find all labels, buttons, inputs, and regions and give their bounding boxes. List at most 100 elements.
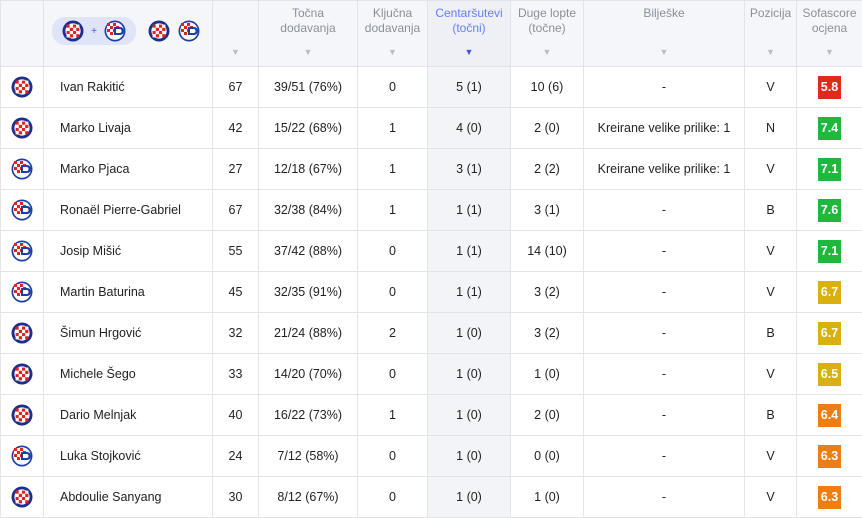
crosses: 1 (0) (428, 477, 511, 518)
rating-cell: 7.4 (797, 108, 862, 149)
player-row[interactable]: Dario Melnjak 40 16/22 (73%) 1 1 (0) 2 (… (1, 395, 862, 436)
dinamo-crest-icon (11, 158, 33, 180)
player-row[interactable]: Luka Stojković 24 7/12 (58%) 0 1 (0) 0 (… (1, 436, 862, 477)
rating-cell: 6.4 (797, 395, 862, 436)
notes: - (584, 231, 745, 272)
accurate-passes: 32/35 (91%) (259, 272, 358, 313)
dinamo-crest-icon (104, 20, 126, 42)
header-row: + ▼ Točna dodavanja▼ Ključna dodavanja▼ … (1, 1, 862, 67)
notes: - (584, 395, 745, 436)
sort-icon: ▼ (584, 45, 744, 60)
plus-label: + (91, 24, 97, 39)
crosses: 1 (0) (428, 395, 511, 436)
accurate-passes: 12/18 (67%) (259, 149, 358, 190)
hajduk-crest-icon (11, 486, 33, 508)
long-balls-column-header[interactable]: Duge lopte (točne)▼ (511, 1, 584, 67)
accurate-passes-label: Točna dodavanja (280, 6, 335, 35)
crosses-label: Centaršutevi (točni) (435, 6, 502, 35)
player-row[interactable]: Martin Baturina 45 32/35 (91%) 0 1 (1) 3… (1, 272, 862, 313)
position: B (745, 190, 797, 231)
player-name[interactable]: Dario Melnjak (44, 395, 213, 436)
minutes-played: 32 (213, 313, 259, 354)
minutes-played: 42 (213, 108, 259, 149)
rating-label: Sofascore ocjena (802, 6, 856, 35)
crosses: 3 (1) (428, 149, 511, 190)
player-name[interactable]: Josip Mišić (44, 231, 213, 272)
hajduk-filter-button[interactable] (148, 20, 170, 42)
rating-badge: 6.3 (818, 445, 841, 468)
crosses: 1 (0) (428, 313, 511, 354)
player-row[interactable]: Abdoulie Sanyang 30 8/12 (67%) 0 1 (0) 1… (1, 477, 862, 518)
player-name[interactable]: Abdoulie Sanyang (44, 477, 213, 518)
rating-cell: 6.7 (797, 313, 862, 354)
player-row[interactable]: Michele Šego 33 14/20 (70%) 0 1 (0) 1 (0… (1, 354, 862, 395)
hajduk-crest-icon (62, 20, 84, 42)
dinamo-crest-icon (11, 240, 33, 262)
notes: Kreirane velike prilike: 1 (584, 149, 745, 190)
key-passes: 1 (358, 190, 428, 231)
long-balls-label: Duge lopte (točne) (518, 6, 576, 35)
notes-column-header[interactable]: Bilješke▼ (584, 1, 745, 67)
hajduk-crest-icon (11, 363, 33, 385)
long-balls: 14 (10) (511, 231, 584, 272)
accurate-passes: 32/38 (84%) (259, 190, 358, 231)
position: B (745, 395, 797, 436)
team-crest-cell (1, 108, 44, 149)
accurate-passes: 16/22 (73%) (259, 395, 358, 436)
minutes-played: 67 (213, 190, 259, 231)
player-row[interactable]: Marko Livaja 42 15/22 (68%) 1 4 (0) 2 (0… (1, 108, 862, 149)
player-row[interactable]: Josip Mišić 55 37/42 (88%) 0 1 (1) 14 (1… (1, 231, 862, 272)
player-row[interactable]: Ivan Rakitić 67 39/51 (76%) 0 5 (1) 10 (… (1, 67, 862, 108)
accurate-passes: 8/12 (67%) (259, 477, 358, 518)
team-crest-cell (1, 436, 44, 477)
player-row[interactable]: Marko Pjaca 27 12/18 (67%) 1 3 (1) 2 (2)… (1, 149, 862, 190)
team-filter-both-button[interactable]: + (52, 17, 136, 45)
rating-badge: 6.7 (818, 281, 841, 304)
dinamo-filter-button[interactable] (178, 20, 200, 42)
rating-badge: 7.6 (818, 199, 841, 222)
rating-badge: 6.5 (818, 363, 841, 386)
sort-icon: ▼ (745, 45, 796, 60)
position: V (745, 436, 797, 477)
header-blank (1, 1, 44, 67)
long-balls: 1 (0) (511, 354, 584, 395)
minutes-played: 24 (213, 436, 259, 477)
rating-cell: 5.8 (797, 67, 862, 108)
player-name[interactable]: Šimun Hrgović (44, 313, 213, 354)
accurate-passes-column-header[interactable]: Točna dodavanja▼ (259, 1, 358, 67)
player-name[interactable]: Marko Pjaca (44, 149, 213, 190)
crosses: 1 (0) (428, 354, 511, 395)
player-row[interactable]: Šimun Hrgović 32 21/24 (88%) 2 1 (0) 3 (… (1, 313, 862, 354)
notes: - (584, 313, 745, 354)
hajduk-crest-icon (11, 404, 33, 426)
minutes-column-header[interactable]: ▼ (213, 1, 259, 67)
crosses: 4 (0) (428, 108, 511, 149)
player-name[interactable]: Marko Livaja (44, 108, 213, 149)
position-label: Pozicija (750, 6, 791, 20)
crosses: 1 (1) (428, 272, 511, 313)
accurate-passes: 39/51 (76%) (259, 67, 358, 108)
position-column-header[interactable]: Pozicija ▼ (745, 1, 797, 67)
player-name[interactable]: Michele Šego (44, 354, 213, 395)
player-name[interactable]: Ivan Rakitić (44, 67, 213, 108)
crosses-column-header[interactable]: Centaršutevi (točni)▼ (428, 1, 511, 67)
team-crest-cell (1, 354, 44, 395)
player-name[interactable]: Martin Baturina (44, 272, 213, 313)
key-passes: 0 (358, 67, 428, 108)
key-passes: 1 (358, 395, 428, 436)
player-name[interactable]: Ronaël Pierre-Gabriel (44, 190, 213, 231)
sort-icon: ▼ (213, 45, 258, 60)
accurate-passes: 37/42 (88%) (259, 231, 358, 272)
sort-icon: ▼ (358, 45, 427, 60)
player-row[interactable]: Ronaël Pierre-Gabriel 67 32/38 (84%) 1 1… (1, 190, 862, 231)
player-name[interactable]: Luka Stojković (44, 436, 213, 477)
rating-column-header[interactable]: Sofascore ocjena▼ (797, 1, 862, 67)
long-balls: 2 (0) (511, 395, 584, 436)
rating-badge: 6.7 (818, 322, 841, 345)
rating-cell: 6.3 (797, 477, 862, 518)
key-passes-column-header[interactable]: Ključna dodavanja▼ (358, 1, 428, 67)
hajduk-crest-icon (11, 76, 33, 98)
dinamo-crest-icon (11, 445, 33, 467)
notes: Kreirane velike prilike: 1 (584, 108, 745, 149)
team-crest-cell (1, 313, 44, 354)
